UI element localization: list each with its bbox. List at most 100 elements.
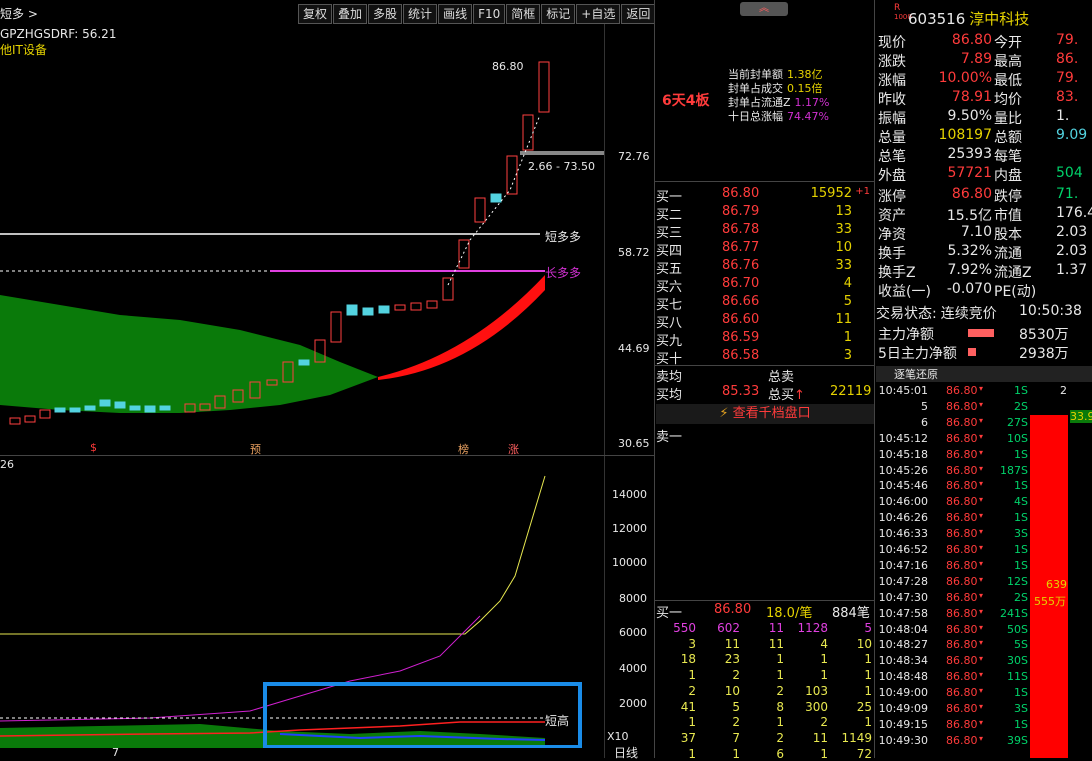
toolbar-button-3[interactable]: 统计	[403, 4, 438, 24]
board-stats: 当前封单额 1.38亿 封单占成交 0.15倍 封单占流通Z 1.17% 十日总涨幅 74.4…	[728, 66, 830, 123]
tick-side-label: 33.9	[1070, 410, 1092, 423]
toolbar-button-0[interactable]: 复权	[298, 4, 333, 24]
queue-cell: 1128	[797, 621, 828, 635]
candle	[159, 405, 171, 411]
vol-axis-6: 4000	[619, 662, 647, 675]
volume-chart[interactable]	[0, 456, 604, 748]
buy-level-9[interactable]: 买九 86.59 1	[656, 330, 874, 349]
board-streak: 6天4板	[662, 93, 710, 109]
quote-row: 现价 86.80 今开 79.	[878, 32, 1079, 51]
board-stat: 十日总涨幅 74.47%	[728, 110, 829, 123]
tick-bar-label-2: 555万	[1034, 595, 1066, 608]
buy-level-6[interactable]: 买六 86.70 4	[656, 276, 874, 295]
queue-cell: 18	[680, 652, 696, 667]
flow-bar	[968, 329, 994, 337]
queue-cell: 1	[732, 746, 740, 761]
price-axis-border	[604, 24, 605, 758]
total-sell: 总卖	[768, 370, 795, 385]
toolbar-button-7[interactable]: 标记	[541, 4, 576, 24]
queue-cell: 8	[776, 699, 784, 714]
queue-cell: 2	[820, 715, 828, 730]
quote-row: 涨幅 10.00% 最低 79.	[878, 70, 1079, 89]
candle	[474, 197, 486, 223]
queue-cell: 2	[732, 668, 740, 683]
quote-row: 总笔 25393 每笔	[878, 146, 1022, 165]
toolbar-button-5[interactable]: F10	[473, 4, 506, 24]
buy-level-3[interactable]: 买三 86.78 33	[656, 222, 874, 241]
candle	[378, 305, 390, 314]
toolbar-button-6[interactable]: 简框	[506, 4, 541, 24]
vol-axis-5: 6000	[619, 626, 647, 639]
sell-avg: 卖均	[656, 370, 683, 385]
queue-cell: 1	[688, 668, 696, 683]
toolbar-button-1[interactable]: 叠加	[333, 4, 368, 24]
buy-level-4[interactable]: 买四 86.77 10	[656, 240, 874, 259]
quote-row: 收益(一) -0.070 PE(动)	[878, 281, 1037, 300]
quote-row: 昨收 78.91 均价 83.	[878, 89, 1079, 108]
queue-cell: 1	[864, 668, 872, 683]
candle	[298, 359, 310, 366]
sub-tag: 短高	[545, 714, 570, 728]
queue-cell: 550	[673, 621, 696, 635]
queue-cell: 103	[805, 683, 828, 698]
queue-cell: 11	[768, 636, 784, 651]
toolbar-button-4[interactable]: 画线	[438, 4, 473, 24]
candle	[362, 307, 374, 316]
queue-cell: 23	[724, 652, 740, 667]
buy-level-5[interactable]: 买五 86.76 33	[656, 258, 874, 277]
candle	[442, 277, 454, 301]
quote-row: 换手 5.32% 流通 2.03	[878, 243, 1088, 262]
ob-divider	[654, 181, 874, 182]
queue-cell: 11	[812, 730, 828, 745]
buy-level-10[interactable]: 买十 86.58 3	[656, 348, 874, 367]
queue-cell: 25	[856, 699, 872, 714]
vol-axis-7: 2000	[619, 697, 647, 710]
queue-cell: 6	[776, 746, 784, 761]
queue-cell: 7	[732, 730, 740, 745]
toolbar-button-8[interactable]: +自选	[576, 4, 621, 24]
price-axis-1: 72.76	[618, 150, 650, 163]
view-depth-link[interactable]: ⚡ 查看千档盘口	[656, 404, 874, 424]
queue-cell: 1	[688, 746, 696, 761]
candle	[39, 409, 51, 419]
candle	[538, 61, 550, 113]
candle	[346, 304, 358, 316]
buy-level-8[interactable]: 买八 86.60 11	[656, 312, 874, 331]
toolbar-button-2[interactable]: 多股	[368, 4, 403, 24]
candle	[9, 417, 21, 425]
buy-level-2[interactable]: 买二 86.79 13	[656, 204, 874, 223]
buy-avg: 买均	[656, 388, 683, 403]
main-chart[interactable]	[0, 24, 604, 456]
price-axis-3: 44.69	[618, 342, 650, 355]
total-buy-value: 22119	[830, 384, 872, 399]
queue-cell: 2	[776, 683, 784, 698]
ob-divider-2	[654, 365, 874, 366]
candle	[99, 399, 111, 407]
queue-cell: 1	[864, 683, 872, 698]
candle	[426, 300, 438, 309]
queue-cell: 10	[724, 683, 740, 698]
queue-cell: 41	[680, 699, 696, 714]
queue-cell: 1	[820, 746, 828, 761]
queue-cell: 2	[776, 730, 784, 745]
queue-cell: 300	[805, 699, 828, 714]
title-partial: 短多 >	[0, 7, 38, 21]
queue-cell: 11	[768, 621, 784, 635]
quote-row: 涨停 86.80 跌停 71.	[878, 186, 1079, 205]
buy-level-1[interactable]: 买一 86.80 15952 +1	[656, 186, 874, 205]
candle	[490, 193, 502, 203]
queue-cell: 1	[776, 668, 784, 683]
queue-cell: 4	[820, 636, 828, 651]
buy-avg-value: 85.33	[722, 384, 760, 399]
quote-row: 外盘 57721 内盘 504	[878, 165, 1083, 184]
buy-level-7[interactable]: 买七 86.66 5	[656, 294, 874, 313]
quote-row: 总量 108197 总额 9.09	[878, 127, 1088, 146]
long-label: 长多多	[545, 266, 582, 280]
toolbar-button-9[interactable]: 返回	[621, 4, 656, 24]
days-button[interactable]: 日线	[614, 744, 638, 761]
queue-header: 买一 86.80 18.0/笔 884笔	[656, 602, 870, 621]
queue-cell: 1	[776, 652, 784, 667]
queue-cell: 5	[864, 621, 872, 635]
collapse-button[interactable]: ︽	[740, 2, 788, 16]
queue-cell: 72	[856, 746, 872, 761]
